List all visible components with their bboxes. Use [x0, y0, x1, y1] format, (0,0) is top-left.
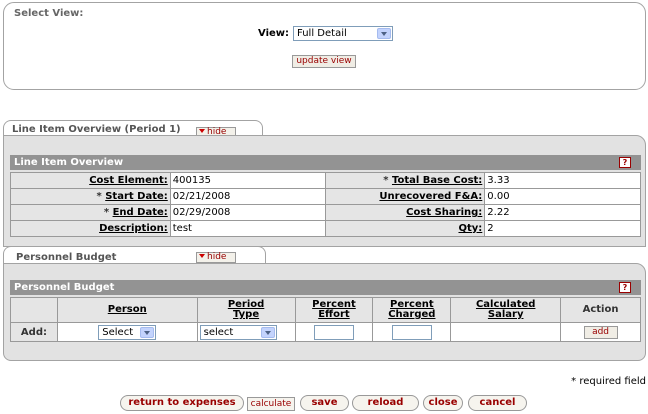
start-date-value: 02/21/2008 [169, 188, 326, 205]
view-row: View: Full Detail [258, 26, 394, 41]
view-label: View: [258, 28, 290, 39]
save-button[interactable]: save [300, 395, 349, 411]
qty-label: Qty: [324, 220, 486, 237]
personnel-header: Personnel Budget [10, 280, 641, 295]
personnel-tab-title: Personnel Budget [16, 252, 117, 263]
chevron-down-icon[interactable] [260, 326, 275, 338]
cancel-button[interactable]: cancel [468, 395, 527, 411]
col-action: Action [560, 297, 641, 323]
select-view-title: Select View: [14, 8, 84, 19]
col-period-type: Period Type [196, 297, 296, 323]
close-button[interactable]: close [423, 395, 463, 411]
percent-charged-input[interactable] [391, 324, 432, 340]
description-label: Description: [10, 220, 171, 237]
update-view-button[interactable]: update view [292, 55, 356, 68]
triangle-down-icon [199, 254, 205, 258]
hide-label: hide [207, 252, 227, 262]
cost-sharing-label: Cost Sharing: [324, 204, 486, 221]
cost-sharing-value: 2.22 [484, 204, 641, 221]
help-icon[interactable]: ? [619, 157, 631, 168]
help-icon[interactable]: ? [619, 282, 631, 293]
total-base-cost-label: * Total Base Cost: [324, 172, 486, 189]
chevron-down-icon[interactable] [377, 28, 392, 39]
line-item-header: Line Item Overview [10, 155, 641, 170]
person-select-value: Select [102, 326, 134, 338]
view-select-value: Full Detail [297, 28, 347, 39]
end-date-label: * End Date: [10, 204, 171, 221]
period-type-cell: select [196, 322, 296, 342]
personnel-hide-button[interactable]: hide [196, 252, 236, 263]
calculated-salary-cell [450, 322, 562, 342]
col-person: Person [56, 297, 198, 323]
required-field-note: * required field [571, 376, 646, 387]
total-base-cost-value: 3.33 [484, 172, 641, 189]
action-cell: add [560, 322, 641, 342]
unrecovered-value: 0.00 [484, 188, 641, 205]
unrecovered-label: Unrecovered F&A: [324, 188, 486, 205]
description-value: test [169, 220, 326, 237]
triangle-down-icon [199, 129, 205, 133]
return-to-expenses-button[interactable]: return to expenses [120, 395, 244, 411]
person-select[interactable]: Select [98, 324, 157, 340]
col-percent-charged: Percent Charged [372, 297, 452, 323]
qty-value: 2 [484, 220, 641, 237]
add-button[interactable]: add [583, 325, 618, 339]
percent-effort-cell [294, 322, 374, 342]
select-view-panel: Select View: [3, 2, 646, 90]
calculate-button[interactable]: calculate [247, 397, 295, 411]
period-type-select-value: select [203, 326, 234, 338]
personnel-table: Person Period Type Percent Effort Percent C… [10, 297, 641, 342]
line-item-table: Cost Element: 400135 * Total Base Cost: … [10, 172, 641, 237]
percent-charged-cell [372, 322, 452, 342]
percent-effort-input[interactable] [313, 324, 354, 340]
person-cell: Select [56, 322, 198, 342]
start-date-label: * Start Date: [10, 188, 171, 205]
add-row-label: Add: [10, 322, 58, 342]
col-percent-effort: Percent Effort [294, 297, 374, 323]
end-date-value: 02/29/2008 [169, 204, 326, 221]
view-select[interactable]: Full Detail [293, 26, 394, 41]
col-calculated-salary: Calculated Salary [450, 297, 562, 323]
corner-header [10, 297, 58, 323]
chevron-down-icon[interactable] [140, 326, 155, 338]
reload-button[interactable]: reload [352, 395, 419, 411]
cost-element-label: Cost Element: [10, 172, 171, 189]
period-type-select[interactable]: select [199, 324, 277, 340]
cost-element-value: 400135 [169, 172, 326, 189]
line-item-tab-title: Line Item Overview (Period 1) [12, 124, 181, 135]
